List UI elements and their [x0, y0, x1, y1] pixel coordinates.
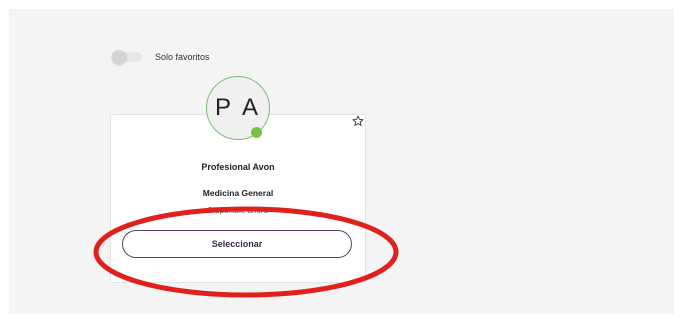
toggle-knob: [112, 50, 126, 64]
favorites-filter: Solo favoritos: [112, 48, 210, 66]
favorites-label: Solo favoritos: [155, 52, 210, 62]
avatar-initials: P A: [215, 94, 261, 121]
select-button[interactable]: Seleccionar: [122, 230, 352, 258]
professional-name: Profesional Avon: [201, 162, 275, 172]
favorites-toggle[interactable]: [112, 50, 142, 64]
specialty: Medicina General: [202, 188, 274, 198]
online-status-dot: [251, 127, 262, 138]
star-icon[interactable]: [352, 115, 364, 127]
availability-status: Disponible ahora: [207, 206, 269, 215]
select-button-label: Seleccionar: [211, 239, 263, 249]
